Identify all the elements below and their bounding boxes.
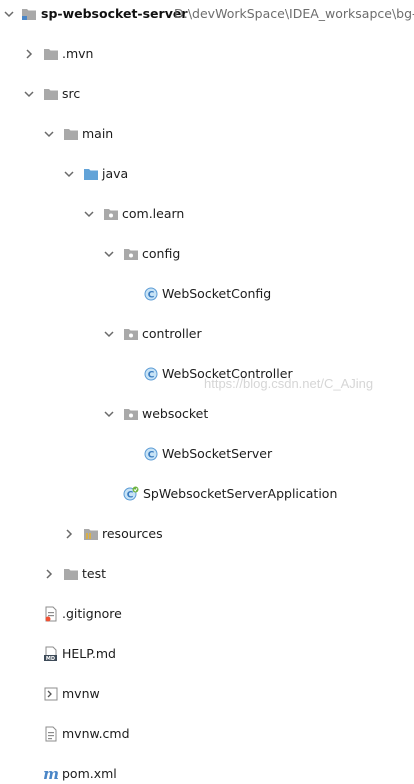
markdown-file-icon: MD [43,644,59,664]
class-icon: C [143,364,159,384]
package-icon [123,404,139,424]
root-project-path: D:\devWorkSpace\IDEA_worksapce\bg-p [174,6,414,21]
maven-icon-letter: m [43,767,59,781]
tree-row-com-learn[interactable]: com.learn [0,204,414,224]
tree-row-mvnw-cmd[interactable]: mvnw.cmd [0,724,414,744]
package-icon [103,204,119,224]
tree-item-label: HELP.md [62,646,116,661]
class-icon-letter: C [127,491,134,501]
chevron-down-icon[interactable] [22,84,36,104]
class-icon-letter: C [148,291,155,301]
tree-item-label: websocket [142,406,209,421]
tree-item-label: SpWebsocketServerApplication [143,486,338,501]
tree-row-config[interactable]: config [0,244,414,264]
watermark: https://blog.csdn.net/C_AJing [204,376,374,391]
tree-row-application[interactable]: C SpWebsocketServerApplication [0,484,414,504]
tree-row-websocket-server[interactable]: C WebSocketServer [0,444,414,464]
resources-folder-icon [83,524,99,544]
folder-icon [43,84,59,104]
markdown-icon-text: MD [46,656,55,662]
tree-row-mvnw[interactable]: mvnw [0,684,414,704]
class-icon-letter: C [148,371,155,381]
tree-item-label: WebSocketConfig [162,286,272,301]
tree-row-main[interactable]: main [0,124,414,144]
maven-file-icon: m [43,764,59,784]
tree-row-websocket[interactable]: websocket [0,404,414,424]
tree-row-java[interactable]: java [0,164,414,184]
chevron-down-icon[interactable] [42,124,56,144]
class-icon: C [143,444,159,464]
tree-row-help-md[interactable]: MD HELP.md [0,644,414,664]
tree-item-label: mvnw [62,686,100,701]
chevron-down-icon[interactable] [102,324,116,344]
folder-icon [63,564,79,584]
tree-row-root[interactable]: sp-websocket-server D:\devWorkSpace\IDEA… [0,4,414,24]
tree-row-websocket-config[interactable]: C WebSocketConfig [0,284,414,304]
tree-item-label: config [142,246,181,261]
source-folder-icon [83,164,99,184]
tree-item-label: controller [142,326,202,341]
tree-item-label: src [62,86,81,101]
folder-icon [43,44,59,64]
root-project-name: sp-websocket-server [41,6,188,21]
package-icon [123,324,139,344]
tree-item-label: .mvn [62,46,94,61]
tree-item-label: com.learn [122,206,185,221]
folder-icon [63,124,79,144]
tree-row-resources[interactable]: resources [0,524,414,544]
tree-item-label: test [82,566,107,581]
chevron-right-icon[interactable] [22,44,36,64]
tree-item-label: java [102,166,129,181]
chevron-down-icon[interactable] [2,4,16,24]
chevron-right-icon[interactable] [62,524,76,544]
tree-row-test[interactable]: test [0,564,414,584]
text-file-icon [43,724,59,744]
tree-row-controller[interactable]: controller [0,324,414,344]
package-icon [123,244,139,264]
tree-item-label: pom.xml [62,766,117,781]
tree-item-label: resources [102,526,163,541]
chevron-down-icon[interactable] [102,404,116,424]
module-folder-icon [21,4,37,24]
chevron-right-icon[interactable] [42,564,56,584]
script-file-icon [43,684,59,704]
class-icon: C [143,284,159,304]
tree-row-mvn[interactable]: .mvn [0,44,414,64]
chevron-down-icon[interactable] [102,244,116,264]
gitignore-file-icon [43,604,59,624]
tree-item-label: WebSocketServer [162,446,273,461]
tree-row-gitignore[interactable]: .gitignore [0,604,414,624]
class-icon-letter: C [148,451,155,461]
project-tree: sp-websocket-server D:\devWorkSpace\IDEA… [0,4,414,781]
chevron-down-icon[interactable] [82,204,96,224]
tree-item-label: mvnw.cmd [62,726,130,741]
tree-item-label: main [82,126,114,141]
chevron-down-icon[interactable] [62,164,76,184]
tree-item-label: .gitignore [62,606,122,621]
tree-row-pom-xml[interactable]: m pom.xml [0,764,414,784]
spring-boot-class-icon: C [123,484,139,504]
tree-row-src[interactable]: src [0,84,414,104]
